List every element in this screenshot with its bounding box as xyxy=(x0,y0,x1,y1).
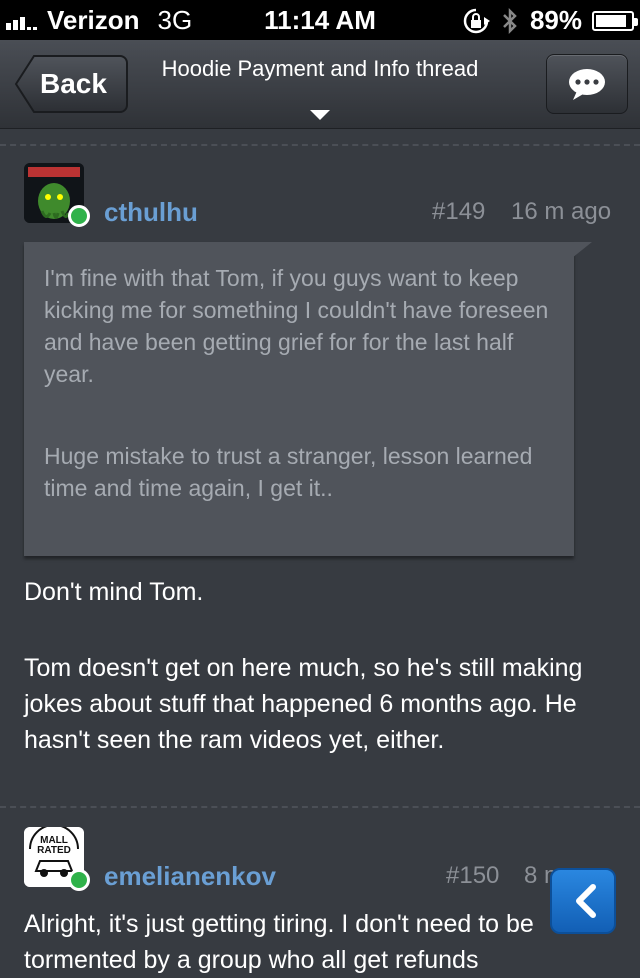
online-status-icon xyxy=(68,869,90,891)
title-dropdown-icon[interactable] xyxy=(310,110,330,120)
battery-icon xyxy=(592,10,638,31)
quote-paragraph: Huge mistake to trust a stranger, lesson… xyxy=(44,443,533,501)
chevron-left-icon xyxy=(576,884,596,918)
post-time: 16 m ago xyxy=(511,198,612,225)
collapse-button[interactable] xyxy=(550,868,616,934)
post-username[interactable]: cthulhu xyxy=(104,197,198,228)
bluetooth-icon xyxy=(503,7,517,34)
quoted-text-box: I'm fine with that Tom, if you guys want… xyxy=(24,242,574,556)
status-bar: Verizon 3G 11:14 AM 89% xyxy=(0,0,640,40)
quote-tail xyxy=(572,242,592,258)
post-divider xyxy=(0,144,640,146)
battery-percent: 89% xyxy=(529,5,582,35)
post-number: #149 xyxy=(432,198,486,225)
thread-title[interactable]: Hoodie Payment and Info thread xyxy=(150,54,490,84)
rotation-lock-icon xyxy=(463,8,490,33)
post-body-paragraph: Alright, it's just getting tiring. I don… xyxy=(24,910,534,974)
post-body-paragraph: Don't mind Tom. xyxy=(24,578,204,606)
speech-bubble-icon xyxy=(569,69,605,100)
status-right: 89% xyxy=(462,5,638,36)
navigation-bar: Back Hoodie Payment and Info thread xyxy=(0,40,640,129)
post-username[interactable]: emelianenkov xyxy=(104,861,276,892)
back-button-label: Back xyxy=(40,68,107,99)
post-divider xyxy=(0,806,640,808)
reply-button[interactable] xyxy=(546,54,628,114)
post-body-paragraph: Tom doesn't get on here much, so he's st… xyxy=(24,654,583,754)
back-button[interactable]: Back xyxy=(14,54,128,114)
post-number: #150 xyxy=(446,862,500,889)
quote-paragraph: I'm fine with that Tom, if you guys want… xyxy=(44,265,549,387)
online-status-icon xyxy=(68,205,90,227)
avatar-logo-text: MALL RATED xyxy=(37,835,71,856)
battery-fill xyxy=(596,14,627,27)
